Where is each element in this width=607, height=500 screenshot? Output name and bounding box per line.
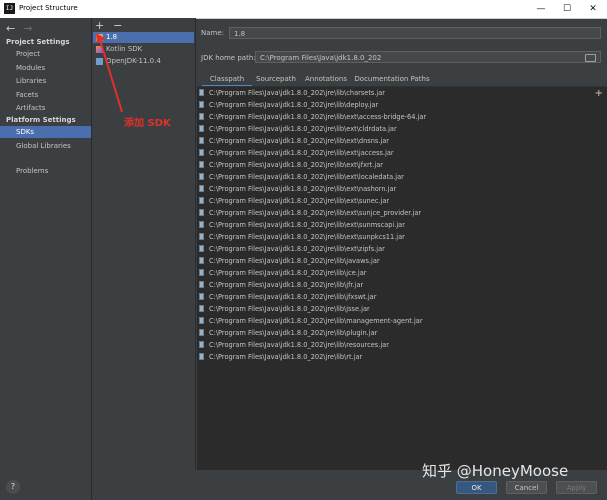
- window-title: Project Structure: [19, 4, 78, 12]
- list-item[interactable]: C:\Program Files\Java\jdk1.8.0_202\jre\l…: [197, 291, 376, 303]
- jar-icon: [199, 353, 204, 360]
- jar-icon: [199, 197, 204, 204]
- list-item[interactable]: C:\Program Files\Java\jdk1.8.0_202\jre\l…: [197, 195, 389, 207]
- apply-button[interactable]: Apply: [556, 481, 597, 494]
- project-settings-header: Project Settings: [6, 38, 70, 46]
- list-item[interactable]: C:\Program Files\Java\jdk1.8.0_202\jre\l…: [197, 255, 380, 267]
- list-item[interactable]: C:\Program Files\Java\jdk1.8.0_202\jre\l…: [197, 267, 366, 279]
- sidebar-item-facets[interactable]: Facets: [0, 89, 91, 101]
- help-button[interactable]: ?: [6, 480, 20, 494]
- watermark-text: 知乎 @HoneyMoose: [422, 462, 569, 480]
- maximize-button[interactable]: ☐: [554, 0, 580, 18]
- jar-icon: [199, 341, 204, 348]
- platform-settings-header: Platform Settings: [6, 116, 76, 124]
- annotation-text: 添加 SDK: [124, 118, 171, 129]
- jdk-home-path-value: C:\Program Files\Java\jdk1.8.0_202: [260, 54, 382, 62]
- classpath-list[interactable]: + C:\Program Files\Java\jdk1.8.0_202\jre…: [197, 86, 607, 471]
- list-item[interactable]: C:\Program Files\Java\jdk1.8.0_202\jre\l…: [197, 147, 394, 159]
- sidebar-item-global-libraries[interactable]: Global Libraries: [0, 140, 91, 152]
- title-bar: IJ Project Structure — ☐ ✕: [0, 0, 607, 19]
- jar-icon: [199, 221, 204, 228]
- list-item[interactable]: C:\Program Files\Java\jdk1.8.0_202\jre\l…: [197, 243, 385, 255]
- list-item[interactable]: C:\Program Files\Java\jdk1.8.0_202\jre\l…: [197, 219, 405, 231]
- sidebar-item-libraries[interactable]: Libraries: [0, 75, 91, 87]
- jar-icon: [199, 329, 204, 336]
- sidebar-item-project[interactable]: Project: [0, 48, 91, 60]
- jar-icon: [199, 293, 204, 300]
- jar-icon: [199, 125, 204, 132]
- tab-documentation-paths[interactable]: Documentation Paths: [352, 73, 432, 85]
- jar-icon: [199, 257, 204, 264]
- ok-button[interactable]: OK: [456, 481, 497, 494]
- minimize-button[interactable]: —: [528, 0, 554, 18]
- jar-icon: [199, 137, 204, 144]
- jar-icon: [199, 185, 204, 192]
- list-item[interactable]: C:\Program Files\Java\jdk1.8.0_202\jre\l…: [197, 279, 363, 291]
- jar-icon: [199, 161, 204, 168]
- list-item[interactable]: C:\Program Files\Java\jdk1.8.0_202\jre\l…: [197, 351, 362, 363]
- list-item[interactable]: C:\Program Files\Java\jdk1.8.0_202\jre\l…: [197, 87, 385, 99]
- jar-icon: [199, 317, 204, 324]
- navigation-arrows: ← →: [6, 22, 40, 35]
- jar-icon: [199, 305, 204, 312]
- jar-icon: [199, 113, 204, 120]
- list-item[interactable]: C:\Program Files\Java\jdk1.8.0_202\jre\l…: [197, 207, 421, 219]
- list-item[interactable]: C:\Program Files\Java\jdk1.8.0_202\jre\l…: [197, 171, 404, 183]
- jar-icon: [199, 245, 204, 252]
- jar-icon: [199, 173, 204, 180]
- sdk-name-field[interactable]: 1.8: [229, 27, 601, 39]
- forward-arrow-icon[interactable]: →: [23, 22, 32, 35]
- name-label: Name:: [201, 29, 225, 37]
- jar-icon: [199, 233, 204, 240]
- cancel-button[interactable]: Cancel: [506, 481, 547, 494]
- jar-icon: [199, 149, 204, 156]
- annotation-arrow: [96, 33, 123, 113]
- jdk-home-label: JDK home path:: [201, 54, 256, 62]
- jdk-home-path-field[interactable]: C:\Program Files\Java\jdk1.8.0_202: [255, 51, 601, 63]
- jar-icon: [199, 89, 204, 96]
- list-item[interactable]: C:\Program Files\Java\jdk1.8.0_202\jre\l…: [197, 231, 405, 243]
- add-classpath-button[interactable]: +: [595, 88, 603, 99]
- list-item[interactable]: C:\Program Files\Java\jdk1.8.0_202\jre\l…: [197, 135, 389, 147]
- list-item[interactable]: C:\Program Files\Java\jdk1.8.0_202\jre\l…: [197, 315, 423, 327]
- list-item[interactable]: C:\Program Files\Java\jdk1.8.0_202\jre\l…: [197, 99, 378, 111]
- jar-icon: [199, 269, 204, 276]
- list-item[interactable]: C:\Program Files\Java\jdk1.8.0_202\jre\l…: [197, 303, 370, 315]
- jar-icon: [199, 281, 204, 288]
- back-arrow-icon[interactable]: ←: [6, 22, 15, 35]
- list-item[interactable]: C:\Program Files\Java\jdk1.8.0_202\jre\l…: [197, 339, 389, 351]
- sidebar-item-sdks[interactable]: SDKs: [0, 126, 91, 138]
- tab-sourcepath[interactable]: Sourcepath: [254, 73, 298, 85]
- list-item[interactable]: C:\Program Files\Java\jdk1.8.0_202\jre\l…: [197, 111, 426, 123]
- tab-annotations[interactable]: Annotations: [302, 73, 350, 85]
- intellij-app-icon: IJ: [4, 3, 15, 14]
- sidebar-item-modules[interactable]: Modules: [0, 62, 91, 74]
- list-item[interactable]: C:\Program Files\Java\jdk1.8.0_202\jre\l…: [197, 327, 377, 339]
- tab-classpath[interactable]: Classpath: [202, 73, 252, 87]
- sdk-detail-panel: Name: 1.8 JDK home path: C:\Program File…: [196, 18, 607, 471]
- settings-sidebar: ← → Project Settings Project Modules Libr…: [0, 18, 92, 500]
- browse-folder-icon[interactable]: [585, 54, 596, 62]
- sidebar-item-problems[interactable]: Problems: [0, 165, 91, 177]
- list-item[interactable]: C:\Program Files\Java\jdk1.8.0_202\jre\l…: [197, 159, 383, 171]
- sidebar-item-artifacts[interactable]: Artifacts: [0, 102, 91, 114]
- list-item[interactable]: C:\Program Files\Java\jdk1.8.0_202\jre\l…: [197, 183, 396, 195]
- jar-icon: [199, 101, 204, 108]
- list-item[interactable]: C:\Program Files\Java\jdk1.8.0_202\jre\l…: [197, 123, 397, 135]
- jar-icon: [199, 209, 204, 216]
- close-button[interactable]: ✕: [580, 0, 606, 18]
